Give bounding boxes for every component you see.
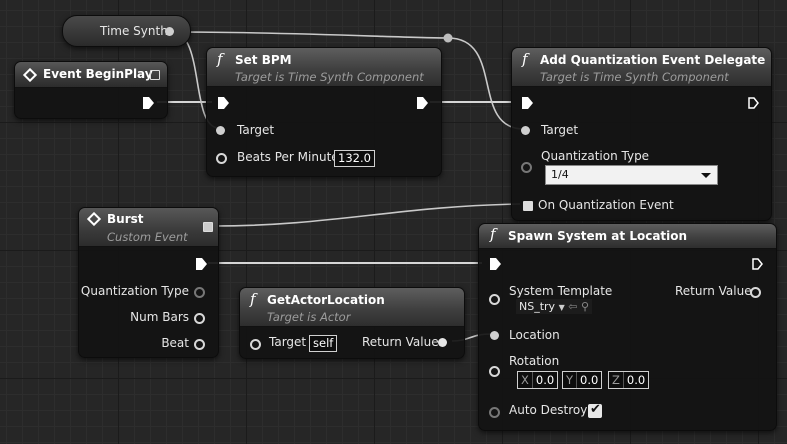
auto-destroy-pin[interactable] <box>489 407 500 418</box>
search-icon[interactable]: ⚲ <box>581 300 589 313</box>
delegate-pin-icon[interactable] <box>150 70 160 80</box>
target-pin[interactable] <box>216 126 225 135</box>
time-synth-output-pin[interactable] <box>165 27 174 36</box>
get-actor-location-subtitle: Target is Actor <box>267 310 351 324</box>
set-bpm-subtitle: Target is Time Synth Component <box>235 70 424 84</box>
target-label: Target <box>237 123 275 137</box>
function-icon: f <box>490 225 496 243</box>
rotation-y-field[interactable]: Y 0.0 <box>562 371 603 389</box>
burst-title: Burst <box>107 212 144 226</box>
return-value-label: Return Value <box>675 284 752 298</box>
exec-in-arrow-icon[interactable] <box>522 97 533 109</box>
spawn-system-at-location-node[interactable]: f Spawn System at Location System Templa… <box>478 223 777 431</box>
target-label: Target <box>269 335 307 349</box>
return-value-out-pin[interactable] <box>438 338 447 347</box>
location-label: Location <box>509 328 560 342</box>
chevron-down-icon <box>701 173 711 178</box>
burst-subtitle: Custom Event <box>107 230 188 244</box>
target-self-value[interactable]: self <box>309 335 338 352</box>
set-bpm-title: Set BPM <box>235 53 292 67</box>
get-actor-location-node[interactable]: f GetActorLocation Target is Actor Targe… <box>239 287 465 359</box>
time-synth-label: Time Synth <box>100 24 168 38</box>
set-bpm-node[interactable]: f Set BPM Target is Time Synth Component… <box>206 47 442 177</box>
system-template-label: System Template <box>509 284 613 298</box>
system-template-picker[interactable]: NS_try ▼ ⇦ ⚲ <box>516 299 592 314</box>
target-label: Target <box>541 123 579 137</box>
event-diamond-icon <box>87 212 101 226</box>
beat-label: Beat <box>161 336 189 350</box>
exec-in-arrow-icon[interactable] <box>218 97 229 109</box>
event-beginplay-node[interactable]: Event BeginPlay <box>14 61 168 119</box>
axis-y-label: Y <box>563 372 578 388</box>
beat-out-pin[interactable] <box>194 339 205 350</box>
axis-x-label: X <box>518 372 533 388</box>
auto-destroy-checkbox[interactable]: ✔ <box>588 402 602 418</box>
function-icon: f <box>522 50 528 68</box>
num-bars-out-pin[interactable] <box>194 313 205 324</box>
event-diamond-icon <box>23 68 37 82</box>
chevron-down-icon: ▼ <box>558 303 565 312</box>
exec-out-arrow-icon[interactable] <box>143 97 154 109</box>
exec-out-arrow-icon[interactable] <box>196 258 207 270</box>
quantization-type-dropdown[interactable]: 1/4 <box>545 165 718 185</box>
event-beginplay-title: Event BeginPlay <box>43 67 153 81</box>
rotation-pin[interactable] <box>489 366 500 377</box>
exec-out-arrow-icon[interactable] <box>748 97 759 109</box>
rotation-label: Rotation <box>509 354 560 368</box>
system-template-pin[interactable] <box>489 294 500 305</box>
checkmark-icon: ✔ <box>590 402 601 417</box>
target-pin[interactable] <box>521 126 530 135</box>
exec-in-arrow-icon[interactable] <box>490 258 501 270</box>
spawn-system-title: Spawn System at Location <box>508 229 688 243</box>
target-pin[interactable] <box>250 339 261 350</box>
rotation-z-value: 0.0 <box>626 373 646 387</box>
bpm-pin[interactable] <box>216 153 227 164</box>
bpm-value-input[interactable]: 132.0 <box>334 150 375 167</box>
get-actor-location-title: GetActorLocation <box>267 293 385 307</box>
reroute-knot <box>443 33 453 43</box>
add-quantization-event-delegate-node[interactable]: f Add Quantization Event Delegate Target… <box>511 47 772 221</box>
exec-out-arrow-icon[interactable] <box>752 258 763 270</box>
rotation-y-value: 0.0 <box>580 373 599 387</box>
delegate-pin-icon[interactable] <box>203 222 213 232</box>
return-value-out-pin[interactable] <box>750 287 761 298</box>
return-value-label: Return Value <box>362 335 439 349</box>
function-icon: f <box>217 50 223 68</box>
auto-destroy-label: Auto Destroy <box>509 403 588 417</box>
back-arrow-icon[interactable]: ⇦ <box>568 300 577 313</box>
delegate-pin-icon[interactable] <box>523 201 533 211</box>
system-template-value: NS_try <box>519 300 556 313</box>
bpm-label: Beats Per Minute <box>237 150 339 164</box>
on-quantization-event-label: On Quantization Event <box>538 198 674 212</box>
axis-z-label: Z <box>609 372 624 388</box>
quantization-type-out-pin[interactable] <box>194 287 205 298</box>
quantization-type-label: Quantization Type <box>541 149 650 163</box>
rotation-z-field[interactable]: Z 0.0 <box>608 371 650 389</box>
num-bars-label: Num Bars <box>130 310 189 324</box>
burst-custom-event-node[interactable]: Burst Custom Event Quantization Type Num… <box>78 207 219 358</box>
function-icon: f <box>250 290 256 308</box>
rotation-x-value: 0.0 <box>535 373 555 387</box>
quantization-type-pin[interactable] <box>521 162 532 173</box>
quantization-type-label: Quantization Type <box>80 284 189 298</box>
add-quant-subtitle: Target is Time Synth Component <box>540 70 729 84</box>
time-synth-variable-node[interactable]: Time Synth <box>62 15 191 47</box>
exec-out-arrow-icon[interactable] <box>417 97 428 109</box>
quantization-type-value: 1/4 <box>551 168 569 181</box>
rotation-x-field[interactable]: X 0.0 <box>517 371 559 389</box>
wire-quantevent-burst <box>213 203 521 227</box>
add-quant-title: Add Quantization Event Delegate <box>540 53 766 67</box>
location-pin[interactable] <box>490 331 499 340</box>
